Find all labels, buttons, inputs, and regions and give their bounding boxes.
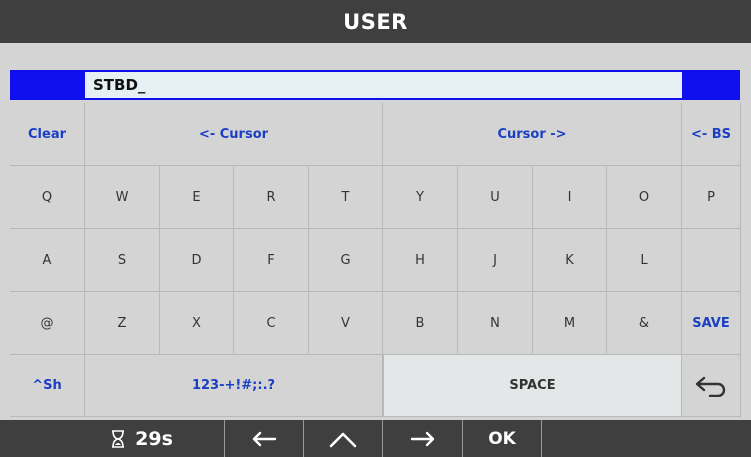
key-u[interactable]: U [458,166,533,229]
key-j[interactable]: J [458,229,533,292]
key-g[interactable]: G [309,229,383,292]
on-screen-keyboard: Clear <- Cursor Cursor -> <- BS Q W E R … [10,103,741,417]
key-m[interactable]: M [533,292,607,355]
key-p[interactable]: P [682,166,741,229]
arrow-right-icon [410,431,434,446]
save-key[interactable]: SAVE [682,292,741,355]
page-title: USER [343,9,408,34]
key-d[interactable]: D [160,229,234,292]
key-b[interactable]: B [383,292,458,355]
chevron-up-icon [329,432,357,447]
key-k[interactable]: K [533,229,607,292]
key-o[interactable]: O [607,166,682,229]
space-key[interactable]: SPACE [383,355,682,417]
nav-right-button[interactable] [383,420,463,457]
input-row: STBD_ [10,70,740,100]
key-h[interactable]: H [383,229,458,292]
key-v[interactable]: V [309,292,383,355]
key-w[interactable]: W [85,166,160,229]
cursor-right-key[interactable]: Cursor -> [383,103,682,166]
ok-label: OK [488,428,516,449]
key-n[interactable]: N [458,292,533,355]
clear-key[interactable]: Clear [10,103,85,166]
empty-key [682,229,741,292]
key-i[interactable]: I [533,166,607,229]
bottom-bar: 29s OK [0,420,751,457]
key-f[interactable]: F [234,229,309,292]
key-t[interactable]: T [309,166,383,229]
nav-up-button[interactable] [304,420,383,457]
title-bar: USER [0,0,751,43]
key-q[interactable]: Q [10,166,85,229]
backspace-key[interactable]: <- BS [682,103,741,166]
timer-display: 29s [0,420,225,457]
key-at[interactable]: @ [10,292,85,355]
cursor-left-key[interactable]: <- Cursor [85,103,383,166]
nav-left-button[interactable] [225,420,304,457]
key-y[interactable]: Y [383,166,458,229]
key-a[interactable]: A [10,229,85,292]
shift-key[interactable]: ^Sh [10,355,85,417]
return-arrow-icon [695,376,726,397]
hourglass-icon [112,429,125,448]
text-input[interactable]: STBD_ [85,72,682,98]
enter-key[interactable] [682,355,741,417]
key-r[interactable]: R [234,166,309,229]
key-ampersand[interactable]: & [607,292,682,355]
ok-button[interactable]: OK [463,420,542,457]
symbols-key[interactable]: 123-+!#;:.? [85,355,383,417]
key-c[interactable]: C [234,292,309,355]
timer-value: 29s [135,427,173,450]
arrow-left-icon [252,431,277,446]
key-z[interactable]: Z [85,292,160,355]
key-e[interactable]: E [160,166,234,229]
key-s[interactable]: S [85,229,160,292]
key-x[interactable]: X [160,292,234,355]
key-l[interactable]: L [607,229,682,292]
